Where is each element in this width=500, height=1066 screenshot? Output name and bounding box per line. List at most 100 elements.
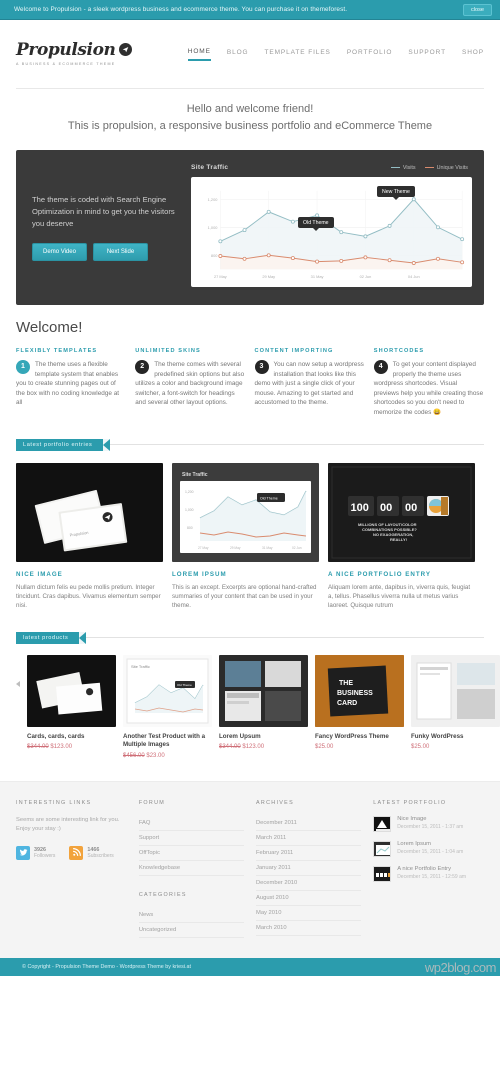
notification-close-button[interactable]: close — [462, 3, 492, 16]
next-slide-button[interactable]: Next Slide — [93, 243, 148, 261]
archive-link-3[interactable]: February 2011 — [256, 846, 362, 861]
social-twitter[interactable]: 3926 Followers — [16, 845, 56, 860]
portfolio-title-3[interactable]: A NICE PORTFOLIO ENTRY — [328, 571, 475, 578]
nav-item-shop[interactable]: SHOP — [462, 49, 484, 60]
social-rss[interactable]: 1466 Subscribers — [69, 845, 114, 860]
forum-link-knowledgebase[interactable]: Knowledgebase — [138, 861, 244, 876]
latest-portfolio-item-1[interactable]: Nice Image December 15, 2011 - 1:37 am — [373, 815, 484, 832]
archive-link-5[interactable]: December 2010 — [256, 876, 362, 891]
legend-swatch-unique-visits — [424, 166, 434, 169]
product-thumb-1[interactable] — [27, 654, 116, 727]
svg-text:31 May: 31 May — [262, 546, 273, 550]
product-name-5[interactable]: Funky WordPress — [411, 733, 500, 742]
portfolio-item-2[interactable]: Site Traffic 1,200 1,000 800 Old Theme 2… — [172, 462, 319, 611]
product-card-4[interactable]: THE BUSINESS CARD Fancy WordPress Theme … — [315, 654, 404, 750]
nav-item-template-files[interactable]: TEMPLATE FILES — [265, 49, 331, 60]
feature-text-4: To get your content displayed properly t… — [373, 361, 484, 416]
latest-portfolio-item-3[interactable]: A nice Portfolio Entry December 15, 2011… — [373, 865, 484, 882]
product-card-5[interactable]: Funky WordPress $25.00 — [411, 654, 500, 750]
product-price-2: $456.00 $23.00 — [123, 753, 212, 759]
tooltip-old-theme: Old Theme — [298, 217, 334, 231]
twitter-label: Followers — [34, 852, 56, 859]
nav-item-support[interactable]: SUPPORT — [408, 49, 446, 60]
carousel-prev-arrow[interactable] — [16, 680, 20, 687]
feature-title-4: SHORTCODES — [373, 348, 425, 354]
logo-text: Propulsion — [16, 40, 116, 60]
footer-title-interesting: INTERESTING LINKS — [16, 799, 92, 806]
product-new-price-4: $25.00 — [315, 744, 334, 751]
product-thumb-2[interactable]: Site Traffic Old Theme — [123, 654, 212, 727]
feature-number-1: 1 — [16, 360, 30, 374]
product-price-4: $25.00 — [315, 744, 404, 750]
legend-swatch-visits — [390, 166, 400, 169]
nav-item-blog[interactable]: BLOG — [227, 49, 249, 60]
latest-portfolio-name-3[interactable]: A nice Portfolio Entry — [397, 866, 466, 872]
copyright-text[interactable]: © Copyright - Propulsion Theme Demo - Wo… — [22, 964, 191, 970]
category-link-news[interactable]: News — [138, 908, 244, 923]
legend-label-visits: Visits — [402, 164, 416, 171]
archive-link-6[interactable]: August 2010 — [256, 891, 362, 906]
product-old-price-2: $456.00 — [123, 752, 145, 759]
svg-text:Site Traffic: Site Traffic — [131, 664, 150, 669]
site-header: Propulsion A BUSINESS & ECOMMERCE THEME … — [0, 20, 500, 88]
tooltip-new-theme: New Theme — [377, 186, 415, 200]
forum-link-list: FAQ Support OffTopic Knowledgebase — [138, 816, 244, 876]
footer-column-archives: ARCHIVES December 2011 March 2011 Februa… — [256, 800, 362, 938]
portfolio-thumb-chart[interactable]: Site Traffic 1,200 1,000 800 Old Theme 2… — [172, 462, 319, 562]
legend-item-visits: Visits — [390, 164, 416, 171]
latest-portfolio-item-2[interactable]: Lorem Ipsum December 15, 2011 - 1:04 am — [373, 840, 484, 857]
portfolio-title-2[interactable]: LOREM IPSUM — [172, 571, 319, 578]
svg-text:02 Jun: 02 Jun — [292, 546, 302, 550]
svg-text:THE: THE — [339, 680, 353, 687]
forum-link-offtopic[interactable]: OffTopic — [138, 846, 244, 861]
rss-label: Subscribers — [87, 852, 114, 859]
product-new-price-1: $123.00 — [50, 744, 73, 751]
portfolio-title-1[interactable]: NICE IMAGE — [16, 571, 163, 578]
forum-link-support[interactable]: Support — [138, 831, 244, 846]
product-card-3[interactable]: Lorem Upsum $344.00 $123.00 — [219, 654, 308, 751]
categories-link-list: News Uncategorized — [138, 908, 244, 938]
product-thumb-4[interactable]: THE BUSINESS CARD — [315, 654, 404, 727]
latest-portfolio-date-1: December 15, 2011 - 1:37 am — [397, 823, 464, 830]
latest-portfolio-thumb-3 — [373, 865, 392, 882]
product-old-price-3: $344.00 — [219, 744, 241, 751]
product-new-price-2: $23.00 — [146, 752, 165, 759]
archive-link-7[interactable]: May 2010 — [256, 906, 362, 921]
archive-link-8[interactable]: March 2010 — [256, 921, 362, 936]
nav-item-home[interactable]: HOME — [187, 48, 211, 61]
product-card-2[interactable]: Site Traffic Old Theme Another Test Prod… — [123, 654, 212, 759]
archive-link-4[interactable]: January 2011 — [256, 861, 362, 876]
intro-section: Hello and welcome friend! This is propul… — [0, 89, 500, 144]
latest-portfolio-name-2[interactable]: Lorem Ipsum — [397, 841, 463, 847]
latest-portfolio-name-1[interactable]: Nice Image — [397, 816, 463, 822]
feature-column-4: SHORTCODES 4 To get your content displaye… — [373, 348, 484, 418]
archive-link-2[interactable]: March 2011 — [256, 831, 362, 846]
welcome-section: Welcome! FLEXIBLY TEMPLATES 1 The theme u… — [0, 305, 500, 418]
category-link-uncategorized[interactable]: Uncategorized — [138, 923, 244, 938]
nav-item-portfolio[interactable]: PORTFOLIO — [347, 49, 393, 60]
footer-title-latest-portfolio: LATEST PORTFOLIO — [373, 799, 447, 806]
portfolio-excerpt-1: Nullam dictum felis eu pede mollis preti… — [16, 583, 161, 610]
chart-legend: Visits Unique Visits — [390, 164, 468, 171]
archive-link-1[interactable]: December 2011 — [256, 816, 362, 831]
product-name-3[interactable]: Lorem Upsum — [219, 733, 308, 742]
forum-link-faq[interactable]: FAQ — [138, 816, 244, 831]
product-name-2[interactable]: Another Test Product with a Multiple Ima… — [123, 733, 212, 750]
latest-portfolio-date-3: December 15, 2011 - 12:59 am — [397, 873, 467, 880]
portfolio-item-3[interactable]: 100 00 00 MILLIONS OF LAYOUT/COLOR COMBI… — [328, 462, 475, 611]
social-stats: 3926 Followers 1466 Subscribers — [16, 845, 127, 860]
portfolio-item-1[interactable]: Propulsion NICE IMAGE Nullam dictum feli… — [16, 462, 163, 611]
product-thumb-3[interactable] — [219, 654, 308, 727]
product-name-4[interactable]: Fancy WordPress Theme — [315, 733, 404, 742]
product-card-1[interactable]: Cards, cards, cards $344.00 $123.00 — [27, 654, 116, 751]
legend-item-unique-visits: Unique Visits — [424, 165, 468, 171]
portfolio-thumb-cards[interactable]: Propulsion — [16, 462, 163, 562]
product-thumb-5[interactable] — [411, 654, 500, 727]
slide-caption: The theme is coded with Search Engine Op… — [32, 195, 175, 228]
product-name-1[interactable]: Cards, cards, cards — [27, 733, 116, 742]
archives-link-list: December 2011 March 2011 February 2011 J… — [256, 816, 362, 936]
portfolio-thumb-counter[interactable]: 100 00 00 MILLIONS OF LAYOUT/COLOR COMBI… — [328, 462, 475, 562]
demo-video-button[interactable]: Demo Video — [32, 243, 87, 261]
site-logo[interactable]: Propulsion A BUSINESS & ECOMMERCE THEME — [16, 42, 132, 66]
chart-header: Site Traffic Visits Unique Visits — [191, 164, 472, 171]
